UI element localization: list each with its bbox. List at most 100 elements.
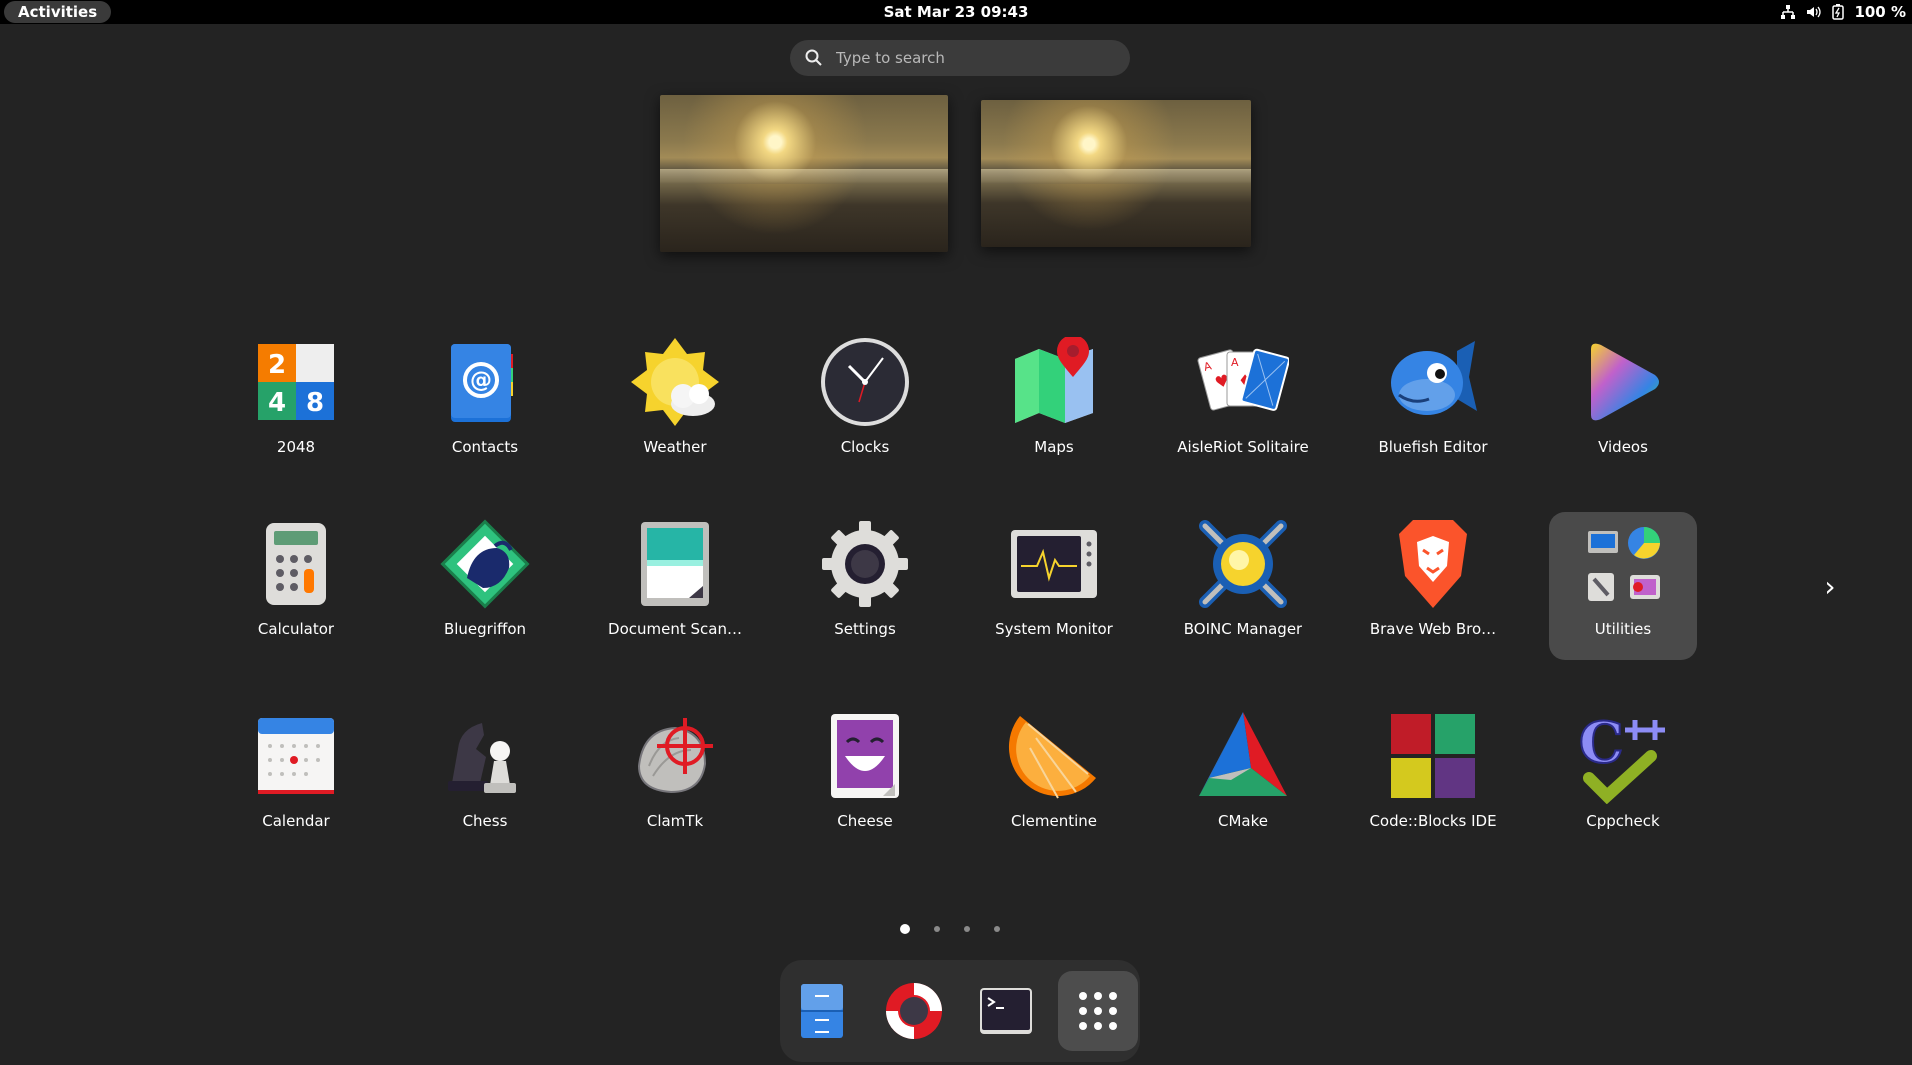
app-label: Bluefish Editor: [1378, 438, 1488, 456]
cmake-icon: [1195, 708, 1291, 804]
monitor-icon: [1006, 516, 1102, 612]
app-calculator[interactable]: Calculator: [222, 512, 370, 660]
app-label: BOINC Manager: [1183, 620, 1303, 638]
cheese-icon: [817, 708, 913, 804]
app-label: Utilities: [1594, 620, 1652, 638]
app-label: Contacts: [451, 438, 519, 456]
app-label: Clocks: [840, 438, 890, 456]
dash-terminal[interactable]: [966, 971, 1046, 1051]
search-input[interactable]: [834, 48, 1130, 68]
app-chess[interactable]: Chess: [411, 704, 559, 852]
terminal-icon: [980, 988, 1032, 1034]
app-label: Bluegriffon: [443, 620, 527, 638]
app-grid-icon: [1079, 992, 1117, 1030]
search-icon: [805, 49, 822, 66]
app-clamtk[interactable]: ClamTk: [601, 704, 749, 852]
bluefish-icon: [1385, 334, 1481, 430]
app-label: ClamTk: [646, 812, 704, 830]
contacts-icon: @: [437, 334, 533, 430]
page-dot[interactable]: [964, 926, 970, 932]
app-brave[interactable]: Brave Web Bro…: [1359, 512, 1507, 660]
page-dot[interactable]: [994, 926, 1000, 932]
app-bluefish[interactable]: Bluefish Editor: [1359, 330, 1507, 478]
battery-icon: [1832, 4, 1845, 20]
battery-percentage: 100 %: [1854, 3, 1906, 21]
boinc-icon: [1195, 516, 1291, 612]
chess-icon: [437, 708, 533, 804]
app-system-monitor[interactable]: System Monitor: [980, 512, 1128, 660]
videos-icon: [1575, 334, 1671, 430]
weather-icon: [627, 334, 723, 430]
calendar-icon: [248, 708, 344, 804]
app-calendar[interactable]: Calendar: [222, 704, 370, 852]
2048-icon: 2 48: [248, 334, 344, 430]
clementine-icon: [1006, 708, 1102, 804]
app-label: Maps: [1034, 438, 1074, 456]
app-label: Calendar: [262, 812, 330, 830]
app-clocks[interactable]: Clocks: [791, 330, 939, 478]
app-clementine[interactable]: Clementine: [980, 704, 1128, 852]
app-label: CMake: [1218, 812, 1268, 830]
app-2048[interactable]: 2 48 2048: [222, 330, 370, 478]
codeblocks-icon: [1385, 708, 1481, 804]
help-icon: [886, 983, 942, 1039]
calculator-icon: [248, 516, 344, 612]
workspace-thumbnail-1[interactable]: [660, 95, 948, 252]
app-label: Weather: [643, 438, 707, 456]
dash-help[interactable]: [874, 971, 954, 1051]
brave-icon: [1385, 516, 1481, 612]
page-dot[interactable]: [900, 924, 910, 934]
wallpaper-thumbnail: [660, 95, 948, 252]
page-indicator: [900, 924, 1000, 934]
system-menu[interactable]: 100 %: [1780, 0, 1906, 24]
svg-text:4: 4: [268, 388, 286, 418]
clamtk-icon: [627, 708, 723, 804]
app-document-scanner[interactable]: Document Scan…: [601, 512, 749, 660]
scanner-icon: [627, 516, 723, 612]
clock-icon: [817, 334, 913, 430]
app-label: 2048: [276, 438, 316, 456]
app-label: AisleRiot Solitaire: [1177, 438, 1309, 456]
app-videos[interactable]: Videos: [1549, 330, 1697, 478]
app-label: Clementine: [1010, 812, 1097, 830]
dash-files[interactable]: [782, 971, 862, 1051]
svg-text:C: C: [1579, 710, 1624, 776]
app-label: System Monitor: [995, 620, 1113, 638]
next-page-arrow[interactable]: ›: [1818, 572, 1842, 602]
folder-icon: [1575, 516, 1671, 612]
page-dot[interactable]: [934, 926, 940, 932]
workspace-thumbnail-2[interactable]: [981, 100, 1251, 247]
clock[interactable]: Sat Mar 23 09:43: [0, 0, 1912, 24]
dash-app-grid[interactable]: [1058, 971, 1138, 1051]
app-cheese[interactable]: Cheese: [791, 704, 939, 852]
app-boinc-manager[interactable]: BOINC Manager: [1169, 512, 1317, 660]
app-label: Calculator: [257, 620, 335, 638]
svg-text:8: 8: [306, 388, 324, 418]
wallpaper-thumbnail: [981, 100, 1251, 247]
svg-text:@: @: [470, 368, 492, 393]
app-label: Brave Web Bro…: [1369, 620, 1497, 638]
app-label: Chess: [462, 812, 508, 830]
app-aisleriot[interactable]: A ♥ A ♦ AisleRiot Solitaire: [1169, 330, 1317, 478]
dash: [780, 960, 1140, 1062]
app-weather[interactable]: Weather: [601, 330, 749, 478]
cards-icon: A ♥ A ♦: [1195, 334, 1291, 430]
app-cmake[interactable]: CMake: [1169, 704, 1317, 852]
app-label: Cppcheck: [1586, 812, 1660, 830]
volume-icon: [1806, 4, 1822, 20]
top-bar: Activities Sat Mar 23 09:43 100 %: [0, 0, 1912, 24]
bluegriffon-icon: [437, 516, 533, 612]
files-icon: [801, 984, 843, 1038]
app-maps[interactable]: Maps: [980, 330, 1128, 478]
search-bar[interactable]: [790, 40, 1130, 76]
svg-text:2: 2: [268, 350, 286, 380]
app-bluegriffon[interactable]: Bluegriffon: [411, 512, 559, 660]
app-label: Cheese: [837, 812, 893, 830]
cppcheck-icon: C: [1575, 708, 1671, 804]
app-settings[interactable]: Settings: [791, 512, 939, 660]
app-cppcheck[interactable]: C Cppcheck: [1549, 704, 1697, 852]
app-codeblocks[interactable]: Code::Blocks IDE: [1359, 704, 1507, 852]
app-folder-utilities[interactable]: Utilities: [1549, 512, 1697, 660]
app-contacts[interactable]: @ Contacts: [411, 330, 559, 478]
maps-icon: [1006, 334, 1102, 430]
